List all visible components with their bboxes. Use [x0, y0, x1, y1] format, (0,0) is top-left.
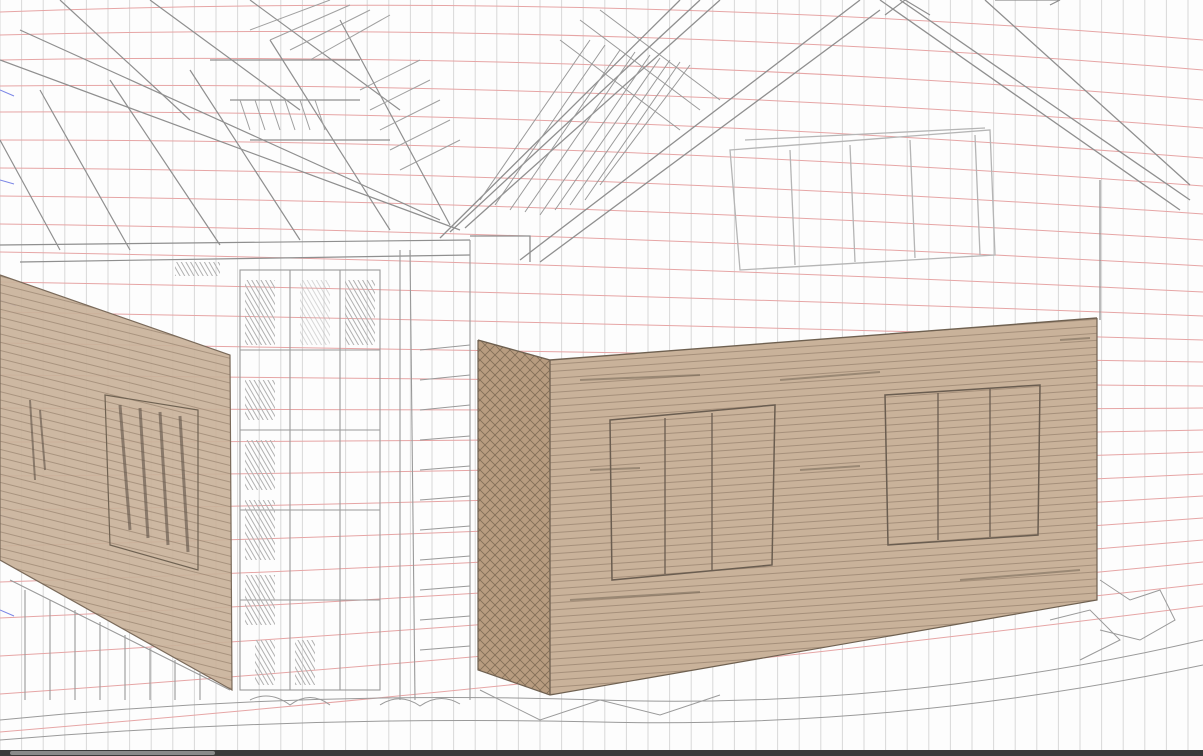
horizontal-scrollbar[interactable]	[0, 750, 1203, 756]
gable-roof-hatching	[479, 9, 721, 216]
canvas-artwork[interactable]	[0, 0, 1203, 756]
scrollbar-thumb[interactable]	[10, 751, 215, 755]
left-roof-sketch	[0, 0, 471, 263]
drawing-canvas[interactable]	[0, 0, 1203, 756]
front-brown-wall	[477, 317, 1098, 696]
top-roof-details	[884, 0, 1101, 320]
left-brown-wall	[0, 274, 233, 692]
gable-roof-sketch	[439, 0, 1191, 263]
